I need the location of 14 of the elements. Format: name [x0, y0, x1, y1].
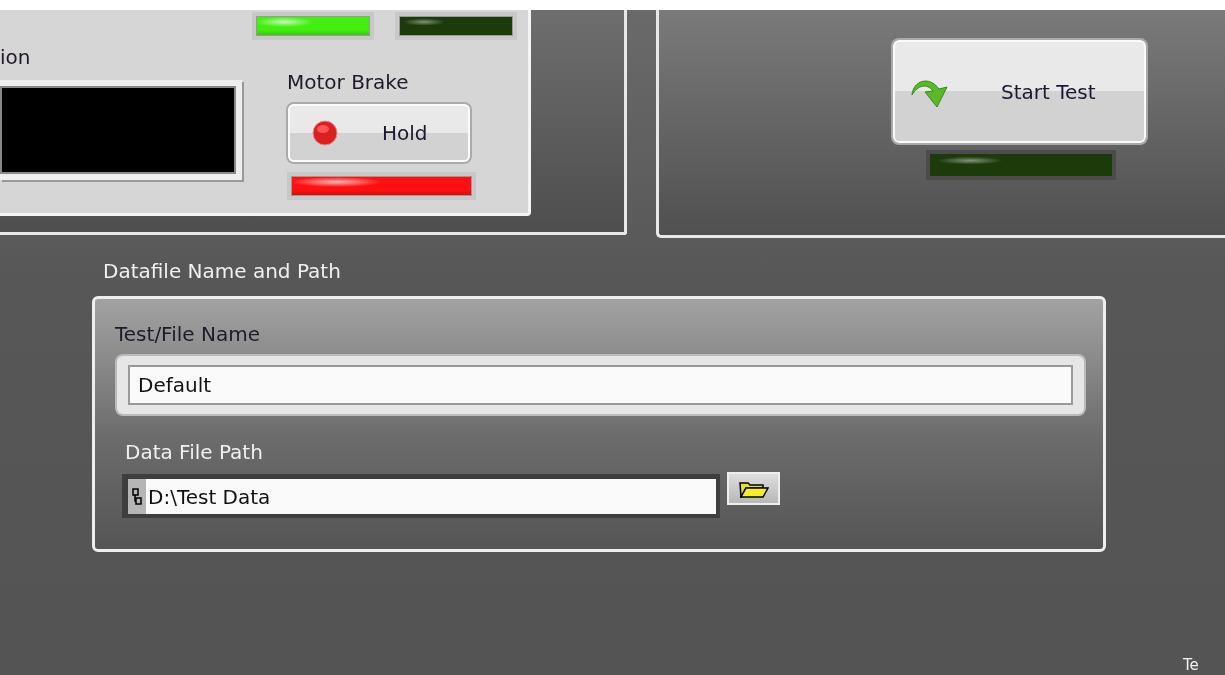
indicator-dot-icon — [312, 120, 338, 146]
browse-button[interactable] — [727, 472, 780, 505]
corner-label: Te — [1183, 656, 1199, 674]
path-icon — [132, 487, 142, 506]
section-title: Datafile Name and Path — [103, 259, 341, 283]
motor-brake-label: Motor Brake — [287, 70, 409, 94]
file-path-field[interactable]: D:\Test Data — [122, 474, 720, 518]
display-label: ion — [0, 45, 31, 69]
hold-button[interactable]: Hold — [288, 104, 470, 162]
field-label: Test/File Name — [115, 322, 260, 346]
start-test-button[interactable]: Start Test — [893, 40, 1146, 143]
file-name-field[interactable]: Default — [117, 356, 1084, 414]
field-label: Data File Path — [125, 440, 263, 464]
folder-icon — [738, 479, 769, 498]
